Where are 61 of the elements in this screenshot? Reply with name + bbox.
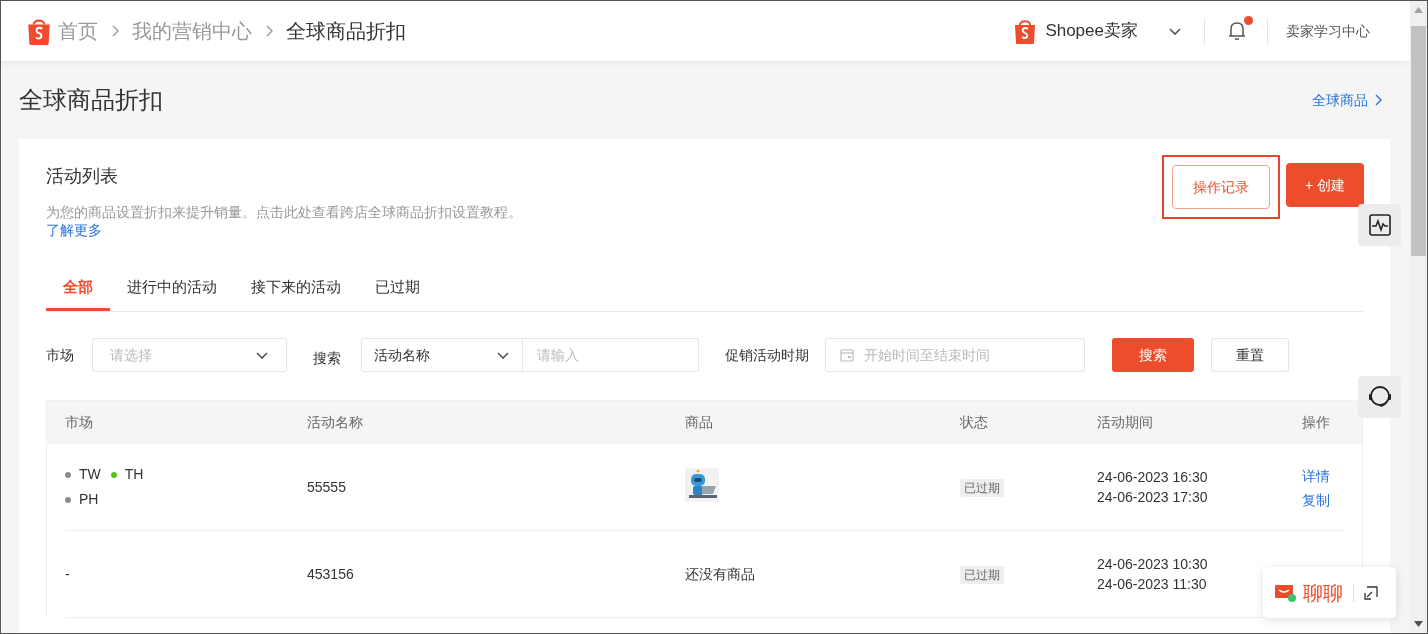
learning-center-link[interactable]: 卖家学习中心 [1286, 20, 1370, 42]
pulse-chart-icon [1368, 214, 1391, 236]
operation-log-button[interactable]: 操作记录 [1172, 165, 1270, 209]
market-code: PH [79, 490, 99, 509]
status-tag: 已过期 [960, 478, 1004, 497]
column-header: 活动期间 [1097, 413, 1154, 432]
end-time: 24-06-2023 11:30 [1097, 575, 1207, 594]
market-code: TW [79, 465, 101, 484]
column-header: 状态 [960, 413, 989, 432]
minimize-button[interactable] [1364, 584, 1380, 601]
section-description: 为您的商品设置折扣来提升销量。点击此处查看跨店全球商品折扣设置教程。 [46, 203, 522, 221]
headset-icon [1366, 384, 1393, 410]
global-products-link[interactable]: 全球商品 [1312, 89, 1382, 111]
filter-tab[interactable]: 已过期 [358, 267, 437, 311]
column-header: 活动名称 [307, 413, 364, 432]
action-link[interactable]: 详情 [1302, 464, 1330, 488]
action-link[interactable]: 复制 [1302, 488, 1330, 512]
search-input[interactable]: 请输入 [523, 338, 699, 372]
learn-more-link[interactable]: 了解更多 [46, 221, 102, 239]
market-code: TH [124, 465, 144, 484]
column-header: 市场 [65, 413, 94, 432]
table-cell-text: 453156 [307, 564, 355, 584]
shopee-bag-icon [1013, 17, 1038, 45]
start-time: 24-06-2023 10:30 [1097, 555, 1208, 574]
collapse-icon [1364, 585, 1378, 600]
chevron-right-icon [264, 25, 274, 37]
chevron-right-icon [1374, 94, 1382, 106]
table-cell-text: - [65, 564, 70, 584]
end-time: 24-06-2023 17:30 [1097, 488, 1208, 507]
table-cell: 还没有商品 [685, 565, 755, 582]
search-type-select[interactable]: 活动名称 [361, 338, 523, 372]
date-range-placeholder: 开始时间至结束时间 [864, 345, 990, 365]
section-title: 活动列表 [46, 165, 119, 188]
chat-icon [1275, 582, 1297, 603]
breadcrumb-link[interactable]: 我的营销中心 [132, 16, 252, 46]
activity-monitor-button[interactable] [1358, 204, 1401, 246]
bell-icon [1227, 20, 1247, 42]
scrollbar[interactable] [1410, 1, 1427, 633]
start-time: 24-06-2023 16:30 [1097, 468, 1208, 487]
filter-tab[interactable]: 接下来的活动 [234, 267, 358, 311]
page-title: 全球商品折扣 [19, 85, 163, 115]
column-header: 操作 [1302, 413, 1331, 432]
table-cell-text: 55555 [307, 477, 347, 497]
customer-service-button[interactable] [1358, 376, 1401, 418]
column-header: 商品 [685, 413, 714, 432]
create-button[interactable]: + 创建 [1286, 163, 1364, 207]
filter-label: 搜索 [313, 348, 341, 368]
chevron-right-icon [110, 25, 120, 37]
shop-name: Shopee卖家 [1045, 20, 1138, 43]
chat-button[interactable]: 聊聊 [1275, 577, 1343, 608]
status-tag: 已过期 [960, 565, 1004, 584]
filter-tab[interactable]: 全部 [46, 267, 110, 311]
calendar-icon [840, 348, 854, 362]
filter-label: 市场 [46, 345, 74, 365]
scroll-down-arrow-icon[interactable] [1414, 621, 1423, 627]
search-button[interactable]: 搜索 [1112, 338, 1194, 372]
filter-tab[interactable]: 进行中的活动 [110, 267, 234, 311]
reset-button[interactable]: 重置 [1211, 338, 1289, 372]
breadcrumb-link[interactable]: 首页 [58, 16, 98, 46]
filter-label: 促销活动时期 [725, 345, 809, 365]
breadcrumb-link[interactable]: 全球商品折扣 [286, 16, 406, 46]
